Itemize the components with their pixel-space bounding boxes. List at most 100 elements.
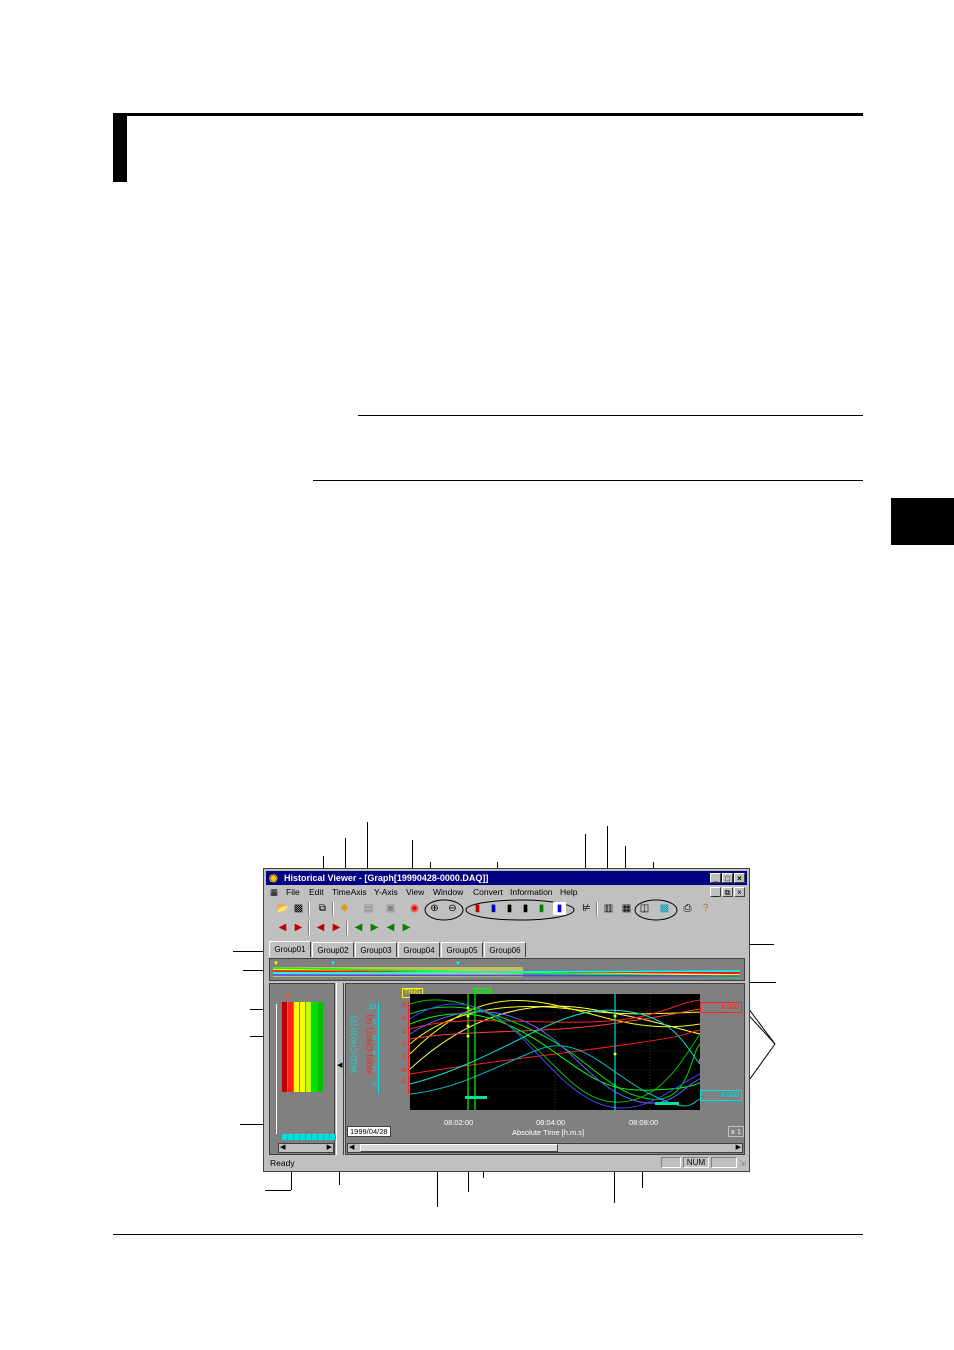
bar-marker-icon: ▼	[284, 993, 291, 1000]
app-icon: ◉	[269, 873, 278, 884]
wave-scroll-right-icon[interactable]: ▶	[736, 1144, 741, 1152]
bar-graph	[282, 1002, 323, 1092]
footer-rule	[113, 1234, 863, 1235]
status-text: Ready	[270, 1158, 295, 1168]
doc-minimize-button[interactable]: _	[710, 887, 721, 897]
chapter-rule	[113, 113, 863, 116]
bar-channel-markers	[282, 1134, 336, 1140]
svg-text:▼: ▼	[455, 961, 461, 967]
bar-display-icon-1[interactable]: ▮	[471, 902, 484, 915]
maximize-button[interactable]: □	[722, 873, 733, 883]
cursor-b-last-icon[interactable]: ▶	[330, 921, 343, 934]
window-title: Historical Viewer - [Graph[19990428-0000…	[284, 873, 489, 883]
cursor-b-first-icon[interactable]: ◀	[314, 921, 327, 934]
doc-restore-button[interactable]: ⧉	[722, 887, 733, 897]
bar-graph-panel: ▼ ◀ ▶	[269, 983, 336, 1155]
menu-view[interactable]: View	[406, 886, 424, 899]
waveform-plot[interactable]	[410, 994, 700, 1110]
layout-icon-1[interactable]: ◫	[638, 902, 651, 915]
pane-splitter[interactable]: ◀	[336, 983, 344, 1155]
wave-scroll-left-icon[interactable]: ◀	[349, 1144, 354, 1152]
zoom-factor-label: x 1	[728, 1126, 744, 1137]
window-titlebar: ◉ Historical Viewer - [Graph[19990428-00…	[266, 871, 747, 885]
menu-window[interactable]: Window	[433, 886, 463, 899]
tab-group02[interactable]: Group02	[312, 942, 354, 957]
toolbar-main: 📂 ▩ ⧉ ✱ ▤ ▣ ◉ ⊕ ⊖ ▮ ▮ ▮ ▮ ▮ ▮ ⊭ ▥ ▦ ◫ ▩ …	[266, 899, 746, 921]
scroll-right-icon[interactable]: ▶	[327, 1144, 332, 1152]
status-num: NUM	[683, 1157, 709, 1168]
tab-group05[interactable]: Group05	[441, 942, 483, 957]
window-icon-1[interactable]: ▥	[602, 902, 615, 915]
minimize-button[interactable]: _	[710, 873, 721, 883]
bar-scale	[276, 1004, 277, 1134]
menu-help[interactable]: Help	[560, 886, 577, 899]
bar-display-icon-6[interactable]: ▮	[553, 902, 566, 915]
cursor-b-prev-icon[interactable]: ◀	[384, 921, 397, 934]
scroll-left-icon[interactable]: ◀	[280, 1144, 285, 1152]
bar-hscroll[interactable]: ◀ ▶	[278, 1143, 334, 1153]
doc-icon: ▦	[270, 887, 279, 897]
historical-viewer-window: ◉ Historical Viewer - [Graph[19990428-00…	[263, 868, 750, 1172]
menu-convert[interactable]: Convert	[473, 886, 503, 899]
bar-display-icon-4[interactable]: ▮	[519, 902, 532, 915]
left-axis-title: W1D:CH010 [V]	[349, 1016, 359, 1073]
waveform-panel: TRIG Max W1D:CH010 [V] W001:CH021 [V] 10…	[345, 983, 745, 1155]
chapter-marker	[113, 113, 127, 182]
toolbar-cursor: ◀ ▶ ◀ ▶ ◀ ▶ ◀ ▶	[266, 921, 426, 937]
menu-file[interactable]: File	[286, 886, 300, 899]
tab-group01[interactable]: Group01	[269, 941, 311, 957]
tab-group03[interactable]: Group03	[355, 942, 397, 957]
record-icon[interactable]: ◉	[408, 902, 421, 915]
window-icon-2[interactable]: ▦	[620, 902, 633, 915]
help-icon[interactable]: ?	[699, 902, 712, 915]
wave-scroll-thumb[interactable]	[360, 1144, 558, 1152]
resize-grip-icon[interactable]: ⇲	[739, 1157, 746, 1169]
time-tick-3: 08:08:00	[629, 1118, 659, 1127]
status-box-3	[711, 1157, 737, 1168]
bar-display-icon-2[interactable]: ▮	[487, 902, 500, 915]
print-icon[interactable]: ⎙	[681, 902, 694, 915]
waveform-hscroll[interactable]: ◀ ▶	[347, 1143, 743, 1153]
note-rule-bottom	[313, 480, 863, 481]
time-tick-2: 08:04:00	[536, 1118, 566, 1127]
menu-information[interactable]: Information	[510, 886, 553, 899]
doc-close-button[interactable]: ×	[734, 887, 745, 897]
date-label: 1999/04/28	[347, 1126, 391, 1137]
menu-edit[interactable]: Edit	[309, 886, 324, 899]
time-tick-1: 08:02:00	[444, 1118, 474, 1127]
value-box-top: 6.000	[700, 1002, 742, 1013]
zoom-out-icon[interactable]: ⊖	[446, 902, 459, 915]
value-box-bottom: -6.000	[700, 1090, 742, 1101]
cursor-a-prev-icon[interactable]: ◀	[352, 921, 365, 934]
menu-bar: ▦ File Edit TimeAxis Y-Axis View Window …	[266, 886, 747, 899]
open-file-icon[interactable]: 📂	[276, 902, 289, 915]
cursor-a-next-icon[interactable]: ▶	[368, 921, 381, 934]
menu-timeaxis[interactable]: TimeAxis	[332, 886, 367, 899]
sync-icon[interactable]: ✱	[338, 902, 351, 915]
save-icon[interactable]: ▩	[292, 902, 305, 915]
right-tick-labels: 6 4 2 0 -2 -4 -6	[399, 1002, 406, 1087]
chapter-index-tab	[891, 498, 954, 545]
note-rule-top	[358, 415, 863, 416]
cursor-b-next-icon[interactable]: ▶	[400, 921, 413, 934]
tab-group06[interactable]: Group06	[484, 942, 526, 957]
menu-yaxis[interactable]: Y-Axis	[374, 886, 398, 899]
copy-icon[interactable]: ⧉	[316, 902, 329, 915]
bar-display-icon-5[interactable]: ▮	[535, 902, 548, 915]
left-tick-labels: 10 8 6 4 2 0	[368, 1004, 376, 1089]
bar-display-icon-3[interactable]: ▮	[503, 902, 516, 915]
status-box-1	[661, 1157, 681, 1168]
overview-strip[interactable]: ▼ ▼ ▼	[269, 958, 745, 981]
cursor-a-first-icon[interactable]: ◀	[276, 921, 289, 934]
fit-icon[interactable]: ⊭	[580, 902, 593, 915]
panel-icon[interactable]: ▣	[384, 902, 397, 915]
zoom-in-icon[interactable]: ⊕	[428, 902, 441, 915]
tab-group04[interactable]: Group04	[398, 942, 440, 957]
time-axis-title: Absolute Time [h.m.s]	[512, 1128, 585, 1137]
cursor-a-last-icon[interactable]: ▶	[292, 921, 305, 934]
status-bar: Ready NUM ⇲	[266, 1157, 747, 1169]
layout-icon-2[interactable]: ▩	[658, 902, 671, 915]
list-icon[interactable]: ▤	[362, 902, 375, 915]
close-button[interactable]: ×	[734, 873, 745, 883]
svg-text:▼: ▼	[330, 961, 336, 967]
